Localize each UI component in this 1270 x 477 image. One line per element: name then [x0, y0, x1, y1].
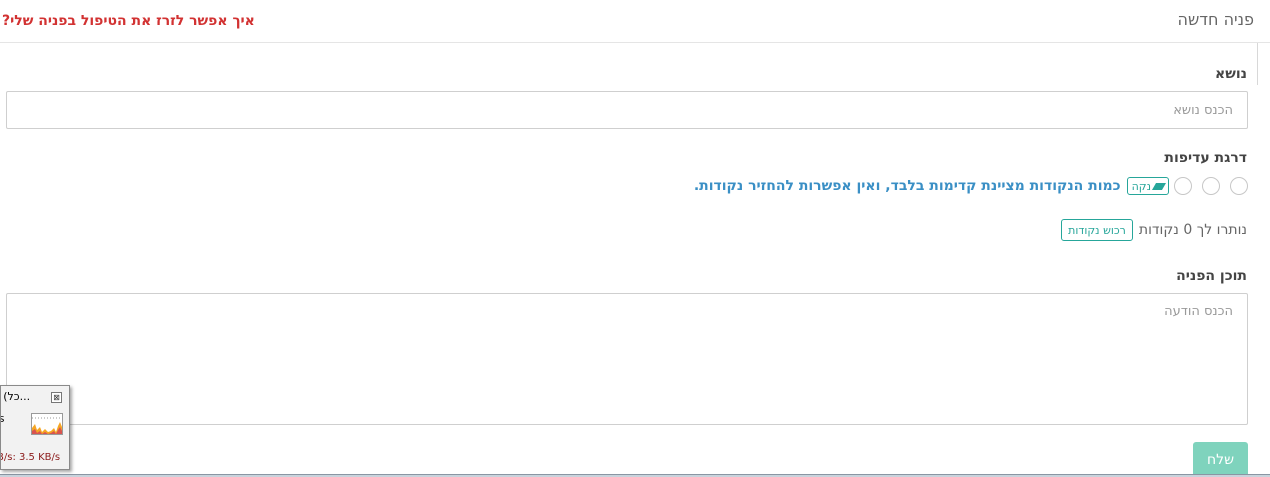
eraser-icon [1151, 182, 1167, 190]
widget-close-icon[interactable]: ⊠ [51, 392, 62, 403]
content-label: תוכן הפניה [1176, 268, 1247, 284]
divider [1257, 43, 1258, 85]
speed-up-help-link[interactable]: איך אפשר לזרז את הטיפול בפניה שלי? [2, 13, 255, 29]
network-monitor-widget: rx (כל... ⊠ /s B/s: 3.5 KB/s [0, 385, 70, 470]
message-textarea[interactable] [6, 293, 1248, 425]
priority-option-2[interactable] [1202, 177, 1220, 195]
widget-title: rx (כל... [1, 390, 31, 403]
page-header: פניה חדשה איך אפשר לזרז את הטיפול בפניה … [0, 0, 1270, 43]
send-button[interactable]: שלח [1193, 442, 1248, 477]
widget-speed-top: /s [1, 412, 4, 425]
priority-label: דרגת עדיפות [1164, 150, 1247, 166]
traffic-graph [31, 413, 63, 435]
points-row: נותרו לך 0 נקודות רכוש נקודות [1061, 218, 1247, 242]
widget-speed-bottom: B/s: 3.5 KB/s [0, 452, 61, 463]
subject-input[interactable] [6, 91, 1248, 129]
priority-note: כמות הנקודות מציינת קדימות בלבד, ואין אפ… [693, 178, 1121, 194]
clear-priority-button[interactable]: נקה [1126, 177, 1169, 195]
priority-selector: נקה כמות הנקודות מציינת קדימות בלבד, ואי… [694, 176, 1248, 196]
remaining-points-text: נותרו לך 0 נקודות [1138, 222, 1247, 238]
subject-label: נושא [1215, 66, 1247, 82]
priority-option-3[interactable] [1174, 177, 1192, 195]
page-title: פניה חדשה [1177, 10, 1255, 29]
clear-priority-label: נקה [1131, 179, 1151, 193]
buy-points-button[interactable]: רכוש נקודות [1061, 219, 1133, 241]
priority-option-1[interactable] [1230, 177, 1248, 195]
